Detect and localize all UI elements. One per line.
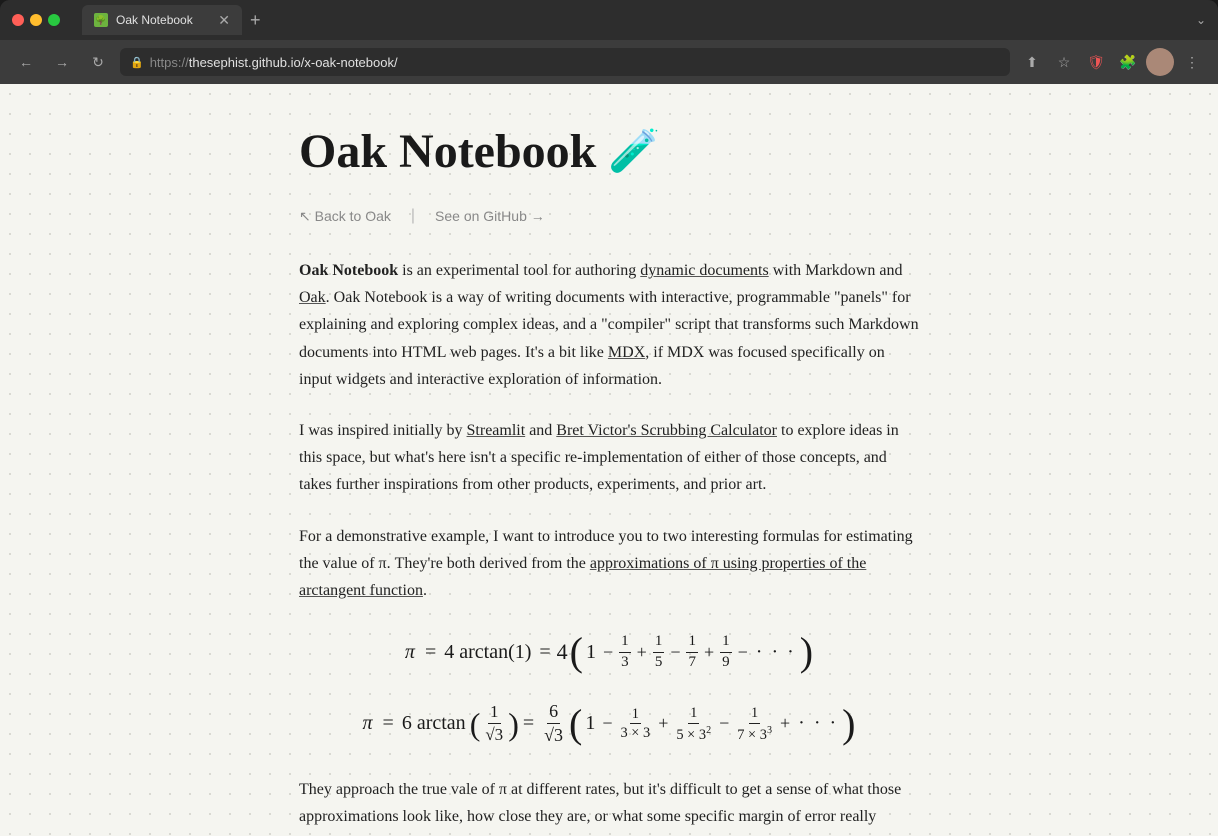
tab-close-icon[interactable]: ✕ <box>218 12 230 29</box>
new-tab-button[interactable]: + <box>250 10 261 31</box>
tab-title: Oak Notebook <box>116 13 193 27</box>
bret-victor-link[interactable]: Bret Victor's Scrubbing Calculator <box>556 422 777 439</box>
paragraph-2: I was inspired initially by Streamlit an… <box>299 417 919 499</box>
github-link[interactable]: See on GitHub → <box>435 208 545 224</box>
content-inner: Oak Notebook 🧪 ↖ Back to Oak | See on Gi… <box>279 124 939 836</box>
page-title: Oak Notebook 🧪 <box>299 124 919 179</box>
paragraph-4: They approach the true vale of π at diff… <box>299 776 919 836</box>
nav-actions: ⬆ ☆ 🛡 🧩 ⋮ <box>1018 48 1206 76</box>
reload-button[interactable]: ↻ <box>84 48 112 76</box>
math-line-2: π = 6 arctan ( 1 √3 ) = 6 √3 ( 1 <box>299 700 919 748</box>
url-display: https://thesephist.github.io/x-oak-noteb… <box>150 55 398 70</box>
maximize-button[interactable] <box>48 14 60 26</box>
lock-icon: 🔒 <box>130 56 144 69</box>
math-line-1: π = 4 arctan(1) = 4 ( 1 − 1 3 + 1 5 <box>299 632 919 672</box>
nav-links: ↖ Back to Oak | See on GitHub → <box>299 207 919 225</box>
mdx-link[interactable]: MDX <box>608 344 645 361</box>
navigation-bar: ← → ↻ 🔒 https://thesephist.github.io/x-o… <box>0 40 1218 84</box>
shield-icon[interactable]: 🛡 <box>1082 48 1110 76</box>
avatar[interactable] <box>1146 48 1174 76</box>
math-formula-2: π = 6 arctan ( 1 √3 ) = 6 √3 ( 1 <box>299 700 919 748</box>
back-to-oak-link[interactable]: ↖ Back to Oak <box>299 208 391 225</box>
share-icon[interactable]: ⬆ <box>1018 48 1046 76</box>
minimize-button[interactable] <box>30 14 42 26</box>
math-formula-1: π = 4 arctan(1) = 4 ( 1 − 1 3 + 1 5 <box>299 632 919 672</box>
back-button[interactable]: ← <box>12 48 40 76</box>
title-emoji: 🧪 <box>608 127 660 176</box>
page-content: Oak Notebook 🧪 ↖ Back to Oak | See on Gi… <box>0 84 1218 836</box>
tab-favicon: 🌳 <box>94 13 108 27</box>
link-separator: | <box>411 207 415 225</box>
user-avatar <box>1146 48 1174 76</box>
traffic-lights <box>12 14 60 26</box>
forward-button[interactable]: → <box>48 48 76 76</box>
dynamic-documents-link[interactable]: dynamic documents <box>640 262 768 279</box>
browser-window: 🌳 Oak Notebook ✕ + ⌄ ← → ↻ 🔒 https://the… <box>0 0 1218 836</box>
bookmark-icon[interactable]: ☆ <box>1050 48 1078 76</box>
tab-bar: 🌳 Oak Notebook ✕ + ⌄ <box>82 5 1206 35</box>
menu-icon[interactable]: ⋮ <box>1178 48 1206 76</box>
address-bar[interactable]: 🔒 https://thesephist.github.io/x-oak-not… <box>120 48 1010 76</box>
paragraph-1: Oak Notebook is an experimental tool for… <box>299 257 919 393</box>
title-bar: 🌳 Oak Notebook ✕ + ⌄ <box>0 0 1218 40</box>
close-button[interactable] <box>12 14 24 26</box>
oak-notebook-bold: Oak Notebook <box>299 262 398 279</box>
extensions-icon[interactable]: 🧩 <box>1114 48 1142 76</box>
streamlit-link[interactable]: Streamlit <box>467 422 526 439</box>
oak-link[interactable]: Oak <box>299 289 326 306</box>
active-tab[interactable]: 🌳 Oak Notebook ✕ <box>82 5 242 35</box>
tab-list-icon[interactable]: ⌄ <box>1196 13 1206 27</box>
paragraph-3: For a demonstrative example, I want to i… <box>299 523 919 605</box>
